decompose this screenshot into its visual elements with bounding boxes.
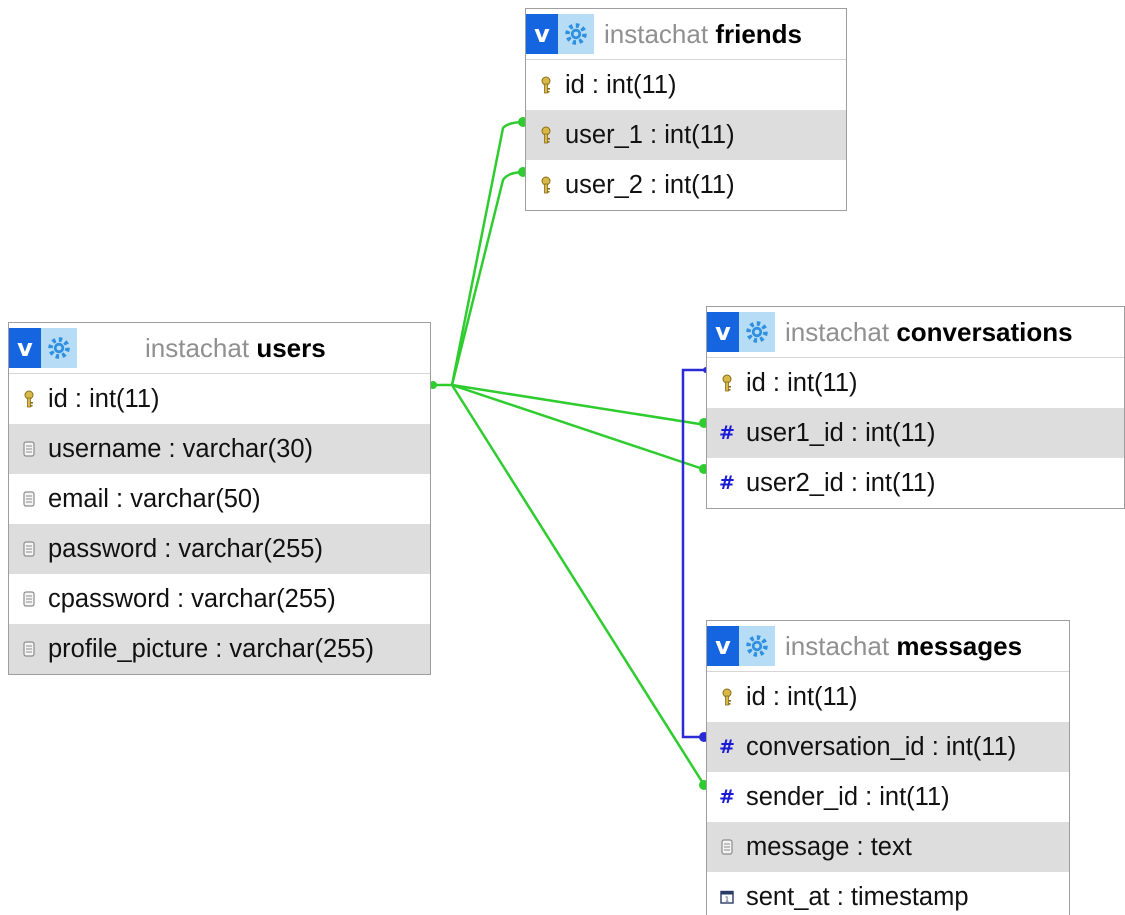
text-field-icon: [18, 641, 40, 657]
field-row-id[interactable]: id : int(11): [9, 374, 430, 424]
gear-icon: [746, 321, 768, 343]
table-name: conversations: [896, 316, 1073, 347]
table-title: instachat friends: [604, 19, 802, 50]
field-row-message[interactable]: message : text: [707, 822, 1069, 872]
field-label: id : int(11): [746, 368, 858, 397]
key-icon: [716, 688, 738, 706]
relation-line-conversations-user1-id: [451, 383, 707, 427]
database-name: instachat: [604, 18, 709, 49]
field-label: profile_picture : varchar(255): [48, 634, 374, 663]
text-field-icon: [18, 491, 40, 507]
field-row-conversation-id[interactable]: # conversation_id : int(11): [707, 722, 1069, 772]
database-name: instachat: [145, 332, 250, 363]
table-users[interactable]: v instachat users id : int(11) username …: [8, 322, 431, 675]
field-row-profile-picture[interactable]: profile_picture : varchar(255): [9, 624, 430, 674]
field-row-user-2[interactable]: user_2 : int(11): [526, 160, 846, 210]
text-field-icon: [716, 839, 738, 855]
toggle-button[interactable]: v: [526, 14, 558, 54]
field-row-user-1[interactable]: user_1 : int(11): [526, 110, 846, 160]
table-title: instachat conversations: [785, 317, 1073, 348]
key-icon: [18, 390, 40, 408]
gear-icon: [746, 635, 768, 657]
table-options-button[interactable]: [739, 312, 775, 352]
table-header: v instachat users: [9, 323, 430, 374]
table-header: v instachat friends: [526, 9, 846, 60]
field-label: message : text: [746, 832, 912, 861]
field-label: sent_at : timestamp: [746, 882, 969, 911]
key-icon: [535, 126, 557, 144]
table-friends[interactable]: v instachat friends id : int(11) user_1 …: [525, 8, 847, 211]
key-icon: [535, 76, 557, 94]
table-header: v instachat messages: [707, 621, 1069, 672]
field-label: cpassword : varchar(255): [48, 584, 336, 613]
field-row-user1-id[interactable]: # user1_id : int(11): [707, 408, 1124, 458]
field-row-cpassword[interactable]: cpassword : varchar(255): [9, 574, 430, 624]
field-row-sent-at[interactable]: 1 sent_at : timestamp: [707, 872, 1069, 915]
field-label: email : varchar(50): [48, 484, 261, 513]
field-label: password : varchar(255): [48, 534, 323, 563]
field-row-password[interactable]: password : varchar(255): [9, 524, 430, 574]
field-label: conversation_id : int(11): [746, 732, 1017, 761]
table-name: messages: [896, 630, 1023, 661]
field-row-sender-id[interactable]: # sender_id : int(11): [707, 772, 1069, 822]
toggle-button[interactable]: v: [707, 312, 739, 352]
field-row-email[interactable]: email : varchar(50): [9, 474, 430, 524]
relation-line-conversations-user2-id: [451, 383, 707, 472]
key-icon: [716, 374, 738, 392]
numeric-field-icon: #: [719, 422, 735, 444]
relation-line-messages-sender-id: [450, 384, 708, 789]
field-label: user2_id : int(11): [746, 468, 936, 497]
field-row-username[interactable]: username : varchar(30): [9, 424, 430, 474]
gear-icon: [565, 23, 587, 45]
field-label: user_2 : int(11): [565, 170, 735, 199]
field-row-id[interactable]: id : int(11): [526, 60, 846, 110]
toggle-button[interactable]: v: [9, 328, 41, 368]
field-label: id : int(11): [746, 682, 858, 711]
field-label: sender_id : int(11): [746, 782, 950, 811]
numeric-field-icon: #: [719, 786, 735, 808]
table-options-button[interactable]: [41, 328, 77, 368]
numeric-field-icon: #: [719, 472, 735, 494]
table-title: instachat messages: [785, 631, 1022, 662]
table-options-button[interactable]: [739, 626, 775, 666]
database-name: instachat: [785, 630, 890, 661]
text-field-icon: [18, 591, 40, 607]
field-label: id : int(11): [565, 70, 677, 99]
numeric-field-icon: #: [719, 736, 735, 758]
field-row-id[interactable]: id : int(11): [707, 672, 1069, 722]
date-field-icon: 1: [716, 890, 738, 904]
field-label: user1_id : int(11): [746, 418, 936, 447]
toggle-button[interactable]: v: [707, 626, 739, 666]
field-label: id : int(11): [48, 384, 160, 413]
text-field-icon: [18, 541, 40, 557]
text-field-icon: [18, 441, 40, 457]
key-icon: [535, 176, 557, 194]
table-header: v instachat conversations: [707, 307, 1124, 358]
field-label: user_1 : int(11): [565, 120, 735, 149]
table-name: users: [256, 332, 326, 363]
svg-text:1: 1: [725, 896, 729, 904]
table-options-button[interactable]: [558, 14, 594, 54]
table-name: friends: [715, 18, 802, 49]
field-row-id[interactable]: id : int(11): [707, 358, 1124, 408]
gear-icon: [48, 337, 70, 359]
field-row-user2-id[interactable]: # user2_id : int(11): [707, 458, 1124, 508]
table-conversations[interactable]: v instachat conversations id : int(11) #…: [706, 306, 1125, 509]
table-title: instachat users: [145, 333, 326, 364]
database-name: instachat: [785, 316, 890, 347]
field-label: username : varchar(30): [48, 434, 314, 463]
table-messages[interactable]: v instachat messages id : int(11) # conv…: [706, 620, 1070, 915]
